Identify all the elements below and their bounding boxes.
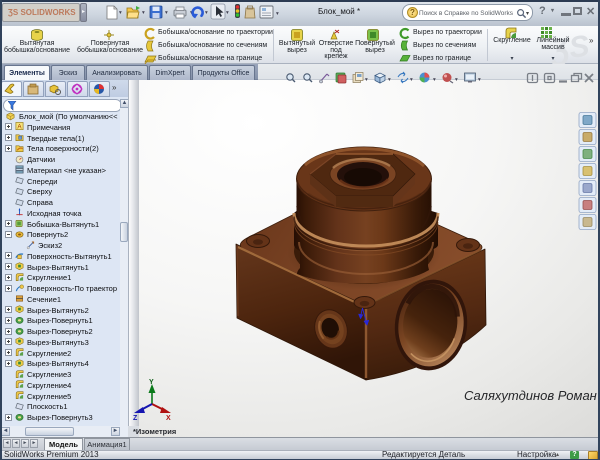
svg-text:Y: Y: [149, 379, 154, 386]
svg-text:▾: ▾: [276, 11, 279, 17]
svg-text:▾: ▾: [365, 77, 368, 83]
svg-text:▾: ▾: [410, 77, 413, 83]
svg-text:▾: ▾: [388, 77, 391, 83]
svg-text:Z: Z: [133, 415, 138, 422]
svg-text:▾: ▾: [478, 77, 481, 83]
svg-text:▾: ▾: [433, 77, 436, 83]
svg-text:▾: ▾: [455, 77, 458, 83]
svg-text:X: X: [166, 415, 171, 422]
